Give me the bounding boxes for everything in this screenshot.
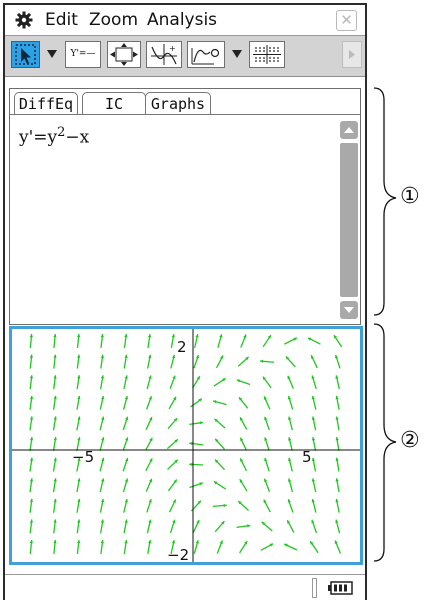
slope-arrowhead (29, 334, 34, 338)
equation-lhs: y'=y (19, 127, 58, 148)
grid-dots-icon (253, 45, 281, 64)
triangle-down-icon (47, 50, 57, 58)
sketch-axes-icon: + (151, 44, 177, 65)
expand-arrows-icon (110, 43, 138, 66)
slope-arrowhead (53, 334, 57, 338)
trace-button[interactable] (187, 41, 225, 68)
tab-diffeq[interactable]: DiffEq (14, 92, 78, 114)
equation-rhs: −x (65, 127, 90, 148)
triangle-down-icon (344, 307, 354, 313)
scroll-track[interactable] (340, 143, 358, 297)
next-toolbar-button[interactable] (342, 41, 362, 68)
slope-field-plot[interactable]: −5 5 2 −2 (12, 329, 360, 564)
sketch-button[interactable]: + (146, 41, 182, 68)
status-indicator (312, 578, 317, 598)
dropdown-1-button[interactable] (44, 41, 60, 68)
callout-1: ① (400, 184, 420, 209)
triangle-right-icon (349, 50, 355, 59)
scroll-down-button[interactable] (340, 301, 358, 319)
slope-arrowhead (29, 354, 34, 358)
cursor-select-icon (15, 44, 36, 65)
slope-arrowhead (29, 540, 34, 544)
callout-braces (373, 87, 397, 562)
pointer-tool-button[interactable] (11, 41, 40, 68)
slope-arrowhead (29, 519, 34, 523)
grid-button[interactable] (249, 41, 285, 68)
curve-trace-icon (191, 48, 220, 65)
battery-icon (328, 580, 354, 599)
y-tick-label-neg2: −2 (167, 546, 189, 562)
slope-arrowhead (223, 503, 227, 508)
menu-bar: Edit Zoom Analysis ✕ (5, 5, 365, 36)
menu-analysis[interactable]: Analysis (147, 10, 217, 30)
menu-zoom[interactable]: Zoom (89, 10, 138, 30)
tab-graphs[interactable]: Graphs (145, 92, 211, 114)
x-tick-label-neg5: −5 (72, 448, 94, 466)
triangle-up-icon (344, 127, 354, 133)
equation-line[interactable]: y'=y2−x (19, 125, 89, 148)
close-icon[interactable]: ✕ (336, 10, 357, 31)
slope-arrowhead (53, 540, 57, 544)
toolbar: Y'=— + (5, 36, 365, 77)
calculator-screen: Edit Zoom Analysis ✕ Y'=— + DiffEq IC Gr… (3, 3, 367, 600)
triangle-down-icon (232, 50, 242, 58)
y-tick-label-2: 2 (177, 338, 187, 356)
zoom-fit-button[interactable] (107, 41, 141, 68)
callout-2: ② (400, 428, 420, 453)
slope-arrowhead (76, 334, 81, 338)
graph-panel[interactable]: −5 5 2 −2 (9, 326, 363, 565)
slope-arrowhead (189, 462, 193, 467)
x-tick-label-5: 5 (302, 448, 312, 466)
y-prime-list-button[interactable]: Y'=— (65, 41, 101, 68)
diffeq-editor-panel: DiffEq IC Graphs y'=y2−x (9, 88, 361, 325)
menu-edit[interactable]: Edit (45, 10, 78, 30)
status-bar (5, 574, 365, 600)
vertical-scrollbar[interactable] (340, 121, 358, 319)
dropdown-2-button[interactable] (229, 41, 245, 68)
gear-icon[interactable] (15, 11, 33, 29)
tab-ic[interactable]: IC (82, 92, 146, 114)
slope-arrowhead (260, 359, 264, 363)
scroll-up-button[interactable] (340, 121, 358, 139)
svg-text:+: + (169, 44, 176, 53)
